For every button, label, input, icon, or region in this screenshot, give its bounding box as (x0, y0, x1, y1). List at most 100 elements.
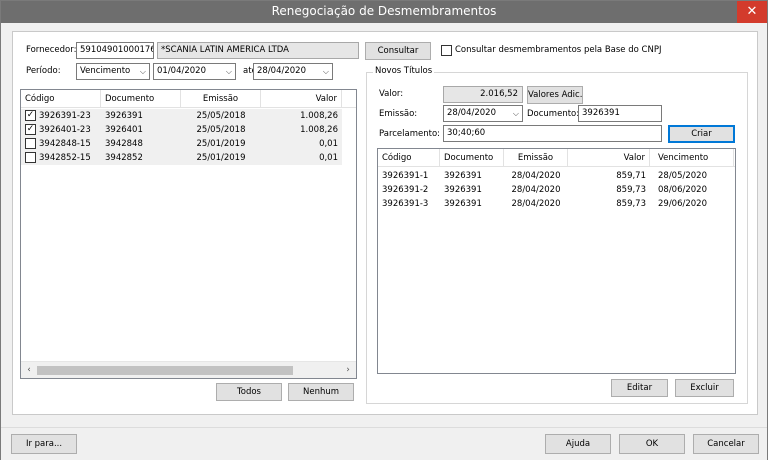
cell-codigo: 3942848-15 (39, 139, 91, 149)
table-row[interactable]: ✓ 3926401-23 3926401 25/05/2018 1.008,26 (21, 123, 342, 137)
scroll-left-icon[interactable]: ‹ (21, 362, 37, 378)
cell-vencimento: 28/05/2020 (658, 171, 707, 181)
periodo-from-date[interactable]: 01/04/2020 ⌵ (153, 63, 236, 80)
column-header-codigo[interactable]: Código (21, 90, 101, 108)
chevron-down-icon: ⌵ (139, 67, 146, 76)
table-row[interactable]: 3926391-2 3926391 28/04/2020 859,73 08/0… (378, 183, 735, 197)
close-icon[interactable]: ✕ (737, 1, 767, 23)
excluir-button[interactable]: Excluir (675, 379, 734, 397)
ajuda-button[interactable]: Ajuda (545, 434, 611, 454)
cell-codigo: 3942852-15 (39, 153, 91, 163)
cell-valor: 859,71 (616, 171, 646, 181)
column-header-emissao[interactable]: Emissão (504, 149, 568, 167)
cell-emissao: 28/04/2020 (511, 185, 561, 195)
cell-emissao: 25/01/2019 (196, 139, 246, 149)
desmembramentos-table: Código Documento Emissão Valor ✓ 3926391… (20, 89, 357, 379)
table-row[interactable]: 3926391-3 3926391 28/04/2020 859,73 29/0… (378, 197, 735, 211)
title-bar: Renegociação de Desmembramentos ✕ (1, 1, 767, 23)
row-checkbox[interactable] (25, 152, 36, 163)
window-title: Renegociação de Desmembramentos (271, 4, 497, 18)
horizontal-scrollbar[interactable]: ‹ › (21, 361, 356, 378)
novos-titulos-title: Novos Títulos (373, 66, 435, 76)
valor-field: 2.016,52 (443, 86, 523, 103)
periodo-from-value: 01/04/2020 (157, 66, 206, 76)
cell-valor: 1.008,26 (300, 111, 338, 121)
documento-label: Documento: (527, 109, 580, 119)
table-row[interactable]: ✓ 3926391-23 3926391 25/05/2018 1.008,26 (21, 109, 342, 123)
column-header-emissao[interactable]: Emissão (181, 90, 261, 108)
table-row[interactable]: 3942852-15 3942852 25/01/2019 0,01 (21, 151, 342, 165)
table-row[interactable]: 3926391-1 3926391 28/04/2020 859,71 28/0… (378, 169, 735, 183)
table-row[interactable]: 3942848-15 3942848 25/01/2019 0,01 (21, 137, 342, 151)
row-checkbox[interactable] (25, 138, 36, 149)
column-header-vencimento[interactable]: Vencimento (650, 149, 734, 167)
periodo-to-value: 28/04/2020 (257, 66, 306, 76)
criar-button[interactable]: Criar (668, 125, 735, 143)
editar-button[interactable]: Editar (611, 379, 668, 397)
emissao-value: 28/04/2020 (447, 108, 496, 118)
cell-documento: 3942848 (105, 139, 143, 149)
cell-codigo: 3926401-23 (39, 125, 91, 135)
valor-label: Valor: (379, 89, 404, 99)
chevron-down-icon: ⌵ (225, 67, 232, 76)
cnpj-base-label: Consultar desmembramentos pela Base do C… (455, 45, 662, 55)
cell-codigo: 3926391-1 (382, 171, 429, 181)
column-header-valor[interactable]: Valor (261, 90, 342, 108)
cell-emissao: 28/04/2020 (511, 199, 561, 209)
column-header-documento[interactable]: Documento (440, 149, 504, 167)
ir-para-button[interactable]: Ir para... (11, 434, 77, 454)
periodo-to-date[interactable]: 28/04/2020 ⌵ (253, 63, 333, 80)
cell-documento: 3942852 (105, 153, 143, 163)
nenhum-button[interactable]: Nenhum (288, 383, 354, 401)
parcelamento-label: Parcelamento: (379, 129, 441, 139)
periodo-label: Período: (26, 66, 61, 76)
chevron-down-icon: ⌵ (322, 67, 329, 76)
parcelamento-field[interactable]: 30;40;60 (443, 125, 662, 142)
cell-codigo: 3926391-23 (39, 111, 91, 121)
consultar-button[interactable]: Consultar (365, 42, 431, 60)
cnpj-base-checkbox[interactable] (441, 45, 452, 56)
cell-codigo: 3926391-3 (382, 199, 429, 209)
fornecedor-cnpj-field[interactable]: 59104901000176 (76, 42, 154, 59)
cell-valor: 0,01 (319, 139, 338, 149)
cell-vencimento: 29/06/2020 (658, 199, 707, 209)
cell-documento: 3926391 (444, 171, 482, 181)
cell-emissao: 25/05/2018 (196, 125, 246, 135)
fornecedor-label: Fornecedor: (26, 45, 77, 55)
cell-emissao: 28/04/2020 (511, 171, 561, 181)
cell-emissao: 25/01/2019 (196, 153, 246, 163)
cell-codigo: 3926391-2 (382, 185, 429, 195)
column-header-valor[interactable]: Valor (568, 149, 650, 167)
novos-titulos-group: Novos Títulos Valor: 2.016,52 Valores Ad… (366, 66, 748, 404)
cell-emissao: 25/05/2018 (196, 111, 246, 121)
chevron-down-icon: ⌵ (512, 109, 519, 118)
fornecedor-name-field: *SCANIA LATIN AMERICA LTDA (157, 42, 359, 59)
cancelar-button[interactable]: Cancelar (693, 434, 759, 454)
emissao-label: Emissão: (379, 109, 418, 119)
cell-documento: 3926401 (105, 125, 143, 135)
periodo-type-select[interactable]: Vencimento ⌵ (76, 63, 150, 80)
emissao-date[interactable]: 28/04/2020 ⌵ (443, 105, 523, 122)
row-checkbox[interactable]: ✓ (25, 110, 36, 121)
scroll-right-icon[interactable]: › (340, 362, 356, 378)
cell-valor: 1.008,26 (300, 125, 338, 135)
ok-button[interactable]: OK (619, 434, 685, 454)
table-header: Código Documento Emissão Valor Venciment… (378, 149, 735, 167)
periodo-type-value: Vencimento (80, 66, 131, 76)
documento-field[interactable]: 3926391 (578, 105, 662, 122)
cell-documento: 3926391 (105, 111, 143, 121)
row-checkbox[interactable]: ✓ (25, 124, 36, 135)
column-header-codigo[interactable]: Código (378, 149, 440, 167)
cell-documento: 3926391 (444, 199, 482, 209)
column-header-documento[interactable]: Documento (101, 90, 181, 108)
table-header: Código Documento Emissão Valor (21, 90, 356, 108)
main-panel: Fornecedor: 59104901000176 *SCANIA LATIN… (12, 31, 758, 415)
scrollbar-thumb[interactable] (37, 366, 293, 375)
cell-vencimento: 08/06/2020 (658, 185, 707, 195)
valores-adic-button[interactable]: Valores Adic. (527, 86, 583, 104)
cell-documento: 3926391 (444, 185, 482, 195)
todos-button[interactable]: Todos (216, 383, 282, 401)
cell-valor: 859,73 (616, 185, 646, 195)
novos-titulos-table: Código Documento Emissão Valor Venciment… (377, 148, 736, 374)
renegociacao-dialog: Renegociação de Desmembramentos ✕ Fornec… (0, 0, 768, 460)
